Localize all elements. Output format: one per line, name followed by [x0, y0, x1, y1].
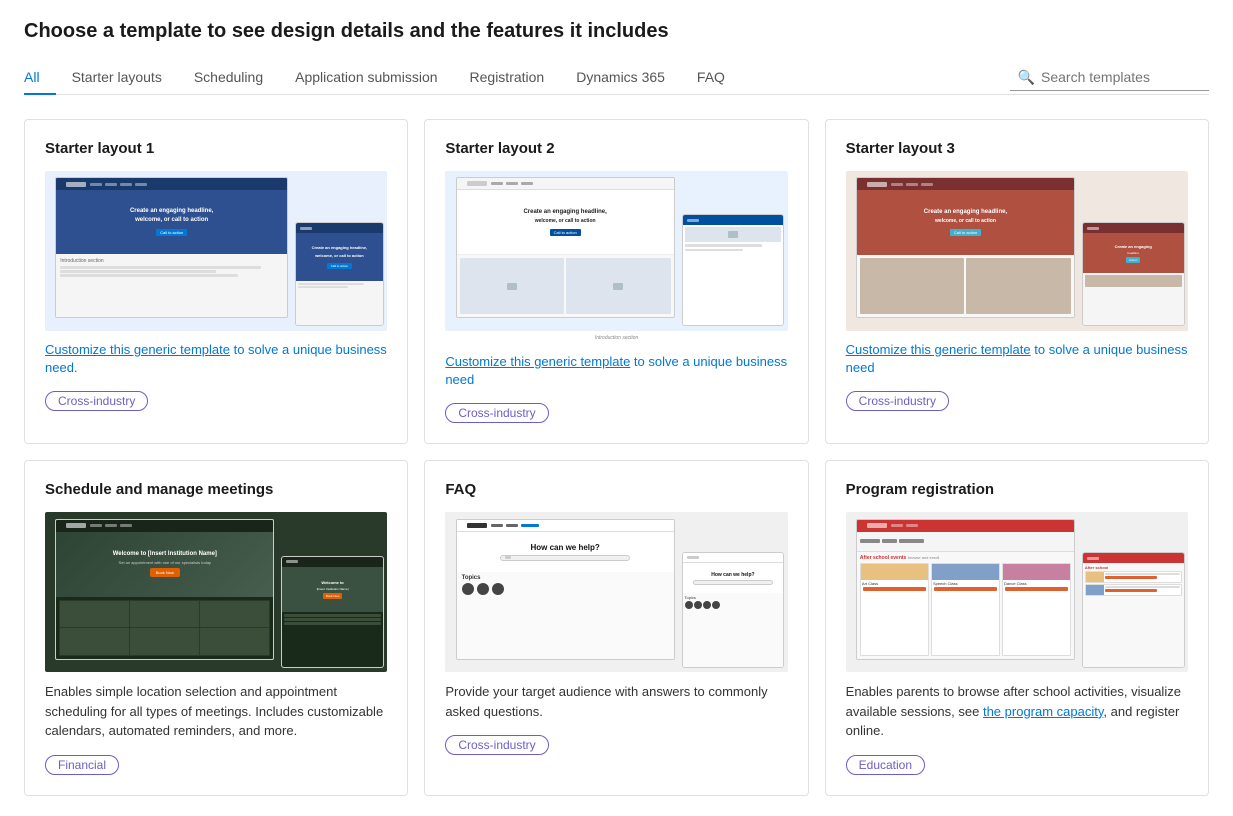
tab-dynamics365[interactable]: Dynamics 365	[560, 61, 681, 95]
nav-bar: All Starter layouts Scheduling Applicati…	[24, 61, 1209, 95]
template-preview-faq: How can we help? Topics	[445, 512, 787, 672]
template-title-starter1: Starter layout 1	[45, 140, 387, 157]
template-desc-schedule: Enables simple location selection and ap…	[45, 682, 387, 741]
template-title-schedule: Schedule and manage meetings	[45, 481, 387, 498]
search-icon: 🔍	[1018, 69, 1035, 86]
template-tag-starter2[interactable]: Cross-industry	[445, 403, 548, 423]
template-card-registration[interactable]: Program registration	[825, 460, 1209, 796]
template-title-registration: Program registration	[846, 481, 1188, 498]
template-desc-registration: Enables parents to browse after school a…	[846, 682, 1188, 741]
template-tag-starter1[interactable]: Cross-industry	[45, 391, 148, 411]
template-card-starter2[interactable]: Starter layout 2	[424, 119, 808, 444]
search-box[interactable]: 🔍	[1010, 65, 1209, 91]
templates-grid: Starter layout 1	[24, 119, 1209, 796]
template-preview-schedule: Welcome to [Insert Institution Name] Set…	[45, 512, 387, 672]
template-tag-registration[interactable]: Education	[846, 755, 925, 775]
template-preview-starter2: Create an engaging headline, welcome, or…	[445, 171, 787, 331]
nav-tabs: All Starter layouts Scheduling Applicati…	[24, 61, 741, 94]
template-card-starter1[interactable]: Starter layout 1	[24, 119, 408, 444]
template-desc-starter2: Customize this generic template to solve…	[445, 353, 787, 389]
template-card-faq[interactable]: FAQ How can we he	[424, 460, 808, 796]
tab-starter-layouts[interactable]: Starter layouts	[56, 61, 178, 95]
template-title-starter3: Starter layout 3	[846, 140, 1188, 157]
tab-registration[interactable]: Registration	[454, 61, 561, 95]
template-desc-faq: Provide your target audience with answer…	[445, 682, 787, 721]
template-card-starter3[interactable]: Starter layout 3	[825, 119, 1209, 444]
search-input[interactable]	[1041, 69, 1201, 85]
tab-scheduling[interactable]: Scheduling	[178, 61, 279, 95]
template-title-faq: FAQ	[445, 481, 787, 498]
template-preview-starter1: Create an engaging headline, welcome, or…	[45, 171, 387, 331]
template-preview-registration: After school events browse and enroll Ar…	[846, 512, 1188, 672]
template-desc-starter1: Customize this generic template to solve…	[45, 341, 387, 377]
tab-all[interactable]: All	[24, 61, 56, 95]
tab-faq[interactable]: FAQ	[681, 61, 741, 95]
template-desc-starter3: Customize this generic template to solve…	[846, 341, 1188, 377]
template-tag-faq[interactable]: Cross-industry	[445, 735, 548, 755]
template-title-starter2: Starter layout 2	[445, 140, 787, 157]
template-tag-schedule[interactable]: Financial	[45, 755, 119, 775]
tab-application-submission[interactable]: Application submission	[279, 61, 453, 95]
template-card-schedule[interactable]: Schedule and manage meetings	[24, 460, 408, 796]
template-preview-starter3: Create an engaging headline, welcome, or…	[846, 171, 1188, 331]
page-title: Choose a template to see design details …	[24, 20, 1209, 43]
template-tag-starter3[interactable]: Cross-industry	[846, 391, 949, 411]
